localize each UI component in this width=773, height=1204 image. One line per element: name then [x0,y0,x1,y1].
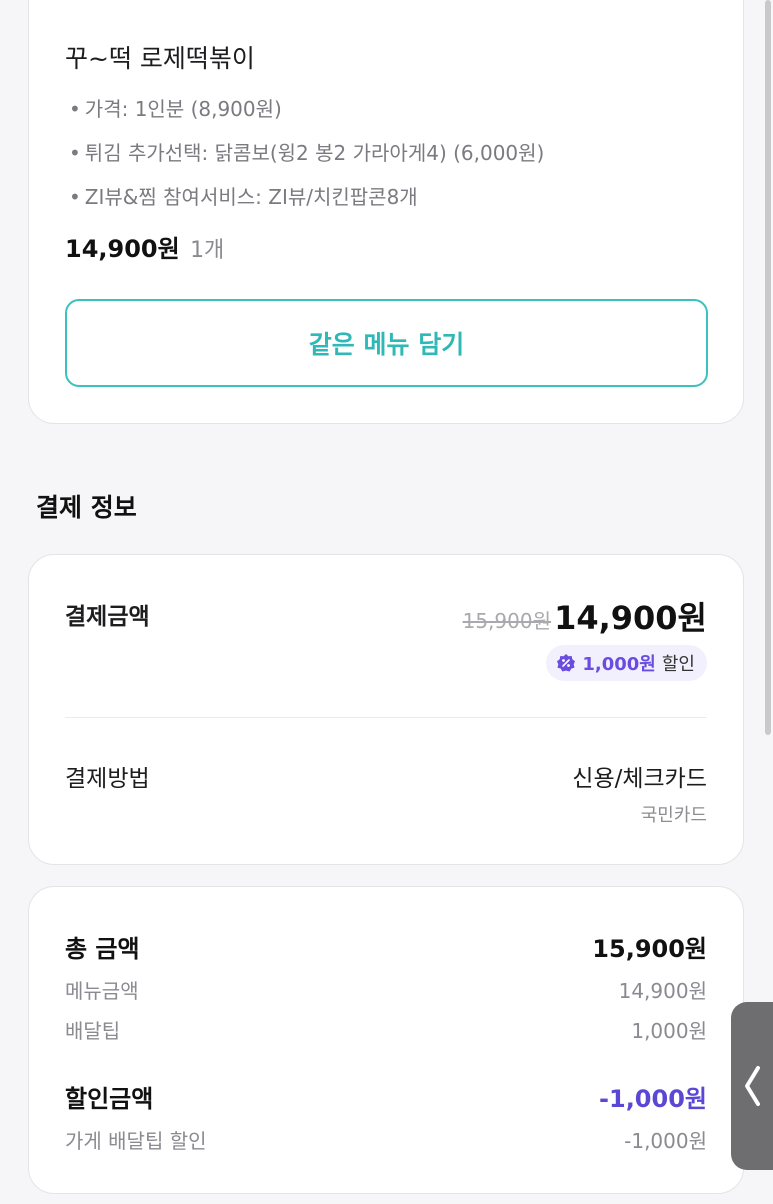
side-panel-tab[interactable] [731,1002,773,1170]
store-tip-discount-value: -1,000원 [624,1129,707,1153]
delivery-tip-label: 배달팁 [65,1019,121,1043]
menu-option: • 튀김 추가선택: 닭콤보(윙2 봉2 가라아게4) (6,000원) [69,141,545,165]
menu-name: 꾸~떡 로제떡볶이 [65,44,255,73]
total-amount-value: 15,900원 [592,935,707,963]
payment-info-card: 결제금액 15,900원 14,900원 1,000원 할인 결제방법 신용/체… [28,554,744,865]
chevron-left-icon [745,1066,760,1106]
discount-amount-label: 할인금액 [65,1085,154,1113]
price-summary-card: 총 금액 15,900원 메뉴금액 14,900원 배달팁 1,000원 할인금… [28,886,744,1194]
store-tip-discount-label: 가게 배달팁 할인 [65,1129,207,1153]
menu-quantity: 1개 [190,238,225,263]
card-name: 국민카드 [640,805,707,826]
discount-amount-value: -1,000원 [599,1085,707,1113]
menu-amount-value: 14,900원 [618,979,707,1003]
total-amount-label: 총 금액 [65,935,140,963]
discount-badge: 1,000원 할인 [546,645,707,681]
discount-amount: 1,000원 [582,654,656,675]
menu-option: • ZI뷰&찜 참여서비스: ZI뷰/치킨팝콘8개 [69,185,418,209]
menu-item-card: 꾸~떡 로제떡볶이 • 가격: 1인분 (8,900원) • 튀김 추가선택: 닭콤… [28,0,744,424]
payment-info-title: 결제 정보 [36,493,137,522]
discount-icon [557,654,576,672]
scrollbar[interactable] [765,0,771,735]
final-price: 14,900원 [554,599,707,637]
divider [65,717,707,718]
delivery-tip-value: 1,000원 [631,1019,707,1043]
payment-amount-label: 결제금액 [65,604,150,630]
menu-amount-label: 메뉴금액 [65,979,139,1003]
add-same-menu-button[interactable]: 같은 메뉴 담기 [65,299,708,387]
discount-suffix: 할인 [661,654,695,675]
original-price: 15,900원 [462,609,551,633]
menu-option: • 가격: 1인분 (8,900원) [69,97,282,121]
payment-method-label: 결제방법 [65,766,150,792]
payment-method-value: 신용/체크카드 [572,766,707,792]
menu-price: 14,900원 1개 [65,235,225,263]
